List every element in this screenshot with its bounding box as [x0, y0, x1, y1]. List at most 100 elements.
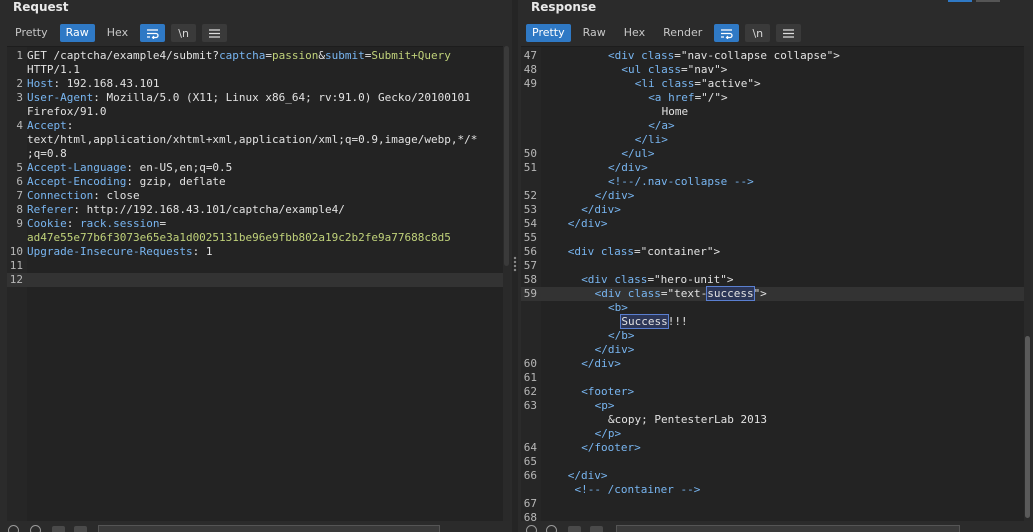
code-line[interactable]: &copy; PentesterLab 2013 [521, 413, 1028, 427]
code-line[interactable]: 66 </div> [521, 469, 1028, 483]
code-line[interactable]: 12 [7, 273, 505, 287]
code-line[interactable]: 2 Host: 192.168.43.101 [7, 77, 505, 91]
code-line[interactable]: 47 <div class="nav-collapse collapse"> [521, 49, 1028, 63]
forward-arrow-icon[interactable] [74, 526, 87, 532]
request-editor[interactable]: 1 GET /captcha/example4/submit?captcha=pa… [7, 46, 505, 521]
scrollbar-thumb[interactable] [504, 46, 509, 266]
code-line[interactable]: <!--/.nav-collapse --> [521, 175, 1028, 189]
code-line[interactable]: 6 Accept-Encoding: gzip, deflate [7, 175, 505, 189]
code-line[interactable]: 59 <div class="text-success"> [521, 286, 1028, 301]
tab-pretty[interactable]: Pretty [526, 24, 571, 42]
request-pane: Request Pretty Raw Hex \n 1 GET /captcha/… [0, 0, 512, 532]
code-line[interactable]: 60 </div> [521, 357, 1028, 371]
code-line[interactable]: 7 Connection: close [7, 189, 505, 203]
code-line[interactable]: <b> [521, 301, 1028, 315]
code-line[interactable]: 5 Accept-Language: en-US,en;q=0.5 [7, 161, 505, 175]
tab-raw[interactable]: Raw [577, 24, 612, 42]
scrollbar-thumb[interactable] [1025, 336, 1030, 518]
code-line[interactable]: 9 Cookie: rack.session= [7, 217, 505, 231]
code-line[interactable]: <!-- /container --> [521, 483, 1028, 497]
code-line[interactable]: 8 Referer: http://192.168.43.101/captcha/… [7, 203, 505, 217]
code-text: </div> [541, 217, 608, 231]
tab-hex[interactable]: Hex [101, 24, 134, 42]
code-line[interactable]: 53 </div> [521, 203, 1028, 217]
search-input[interactable] [616, 525, 960, 532]
code-line[interactable]: 54 </div> [521, 217, 1028, 231]
code-line[interactable]: 63 <p> [521, 399, 1028, 413]
code-token: : [66, 119, 74, 132]
wrap-lines-icon[interactable] [714, 24, 740, 42]
code-text: </div> [541, 161, 648, 175]
line-number: 12 [9, 273, 23, 286]
splitter-grip-icon[interactable] [513, 256, 517, 272]
response-scrollbar[interactable] [1024, 46, 1031, 521]
code-line[interactable]: </p> [521, 427, 1028, 441]
code-line[interactable]: 58 <div class="hero-unit"> [521, 273, 1028, 287]
code-line[interactable]: 50 </ul> [521, 147, 1028, 161]
code-line[interactable]: 11 [7, 259, 505, 273]
code-line[interactable]: 68 [521, 511, 1028, 521]
request-toolbar: Pretty Raw Hex \n [9, 23, 228, 43]
layout-toggle-button[interactable] [976, 0, 1000, 2]
code-line[interactable]: 52 </div> [521, 189, 1028, 203]
code-line[interactable]: </a> [521, 119, 1028, 133]
code-line[interactable]: 67 [521, 497, 1028, 511]
request-scrollbar[interactable] [503, 46, 510, 521]
tab-hex[interactable]: Hex [618, 24, 651, 42]
wrap-lines-icon[interactable] [140, 24, 166, 42]
hamburger-menu-icon[interactable] [202, 24, 228, 42]
code-line[interactable]: ;q=0.8 [7, 147, 505, 161]
code-line[interactable]: HTTP/1.1 [7, 63, 505, 77]
tab-raw[interactable]: Raw [59, 24, 95, 42]
code-line[interactable]: Home [521, 105, 1028, 119]
code-text: Success!!! [541, 314, 688, 329]
hamburger-menu-icon[interactable] [776, 24, 802, 42]
code-line[interactable]: 64 </footer> [521, 441, 1028, 455]
code-line[interactable]: 1 GET /captcha/example4/submit?captcha=pa… [7, 49, 505, 63]
code-line[interactable]: 10 Upgrade-Insecure-Requests: 1 [7, 245, 505, 259]
code-line[interactable]: 61 [521, 371, 1028, 385]
response-editor[interactable]: 47 <div class="nav-collapse collapse"> 48 <… [521, 46, 1028, 521]
line-number: 55 [523, 231, 537, 244]
code-line[interactable]: 48 <ul class="nav"> [521, 63, 1028, 77]
code-line[interactable]: </div> [521, 343, 1028, 357]
code-token: <!--/.nav-collapse --> [608, 175, 754, 188]
forward-arrow-icon[interactable] [590, 526, 603, 532]
code-line[interactable]: Firefox/91.0 [7, 105, 505, 119]
code-token: </a> [648, 119, 675, 132]
code-line[interactable]: <a href="/"> [521, 91, 1028, 105]
settings-gear-icon[interactable] [30, 525, 41, 532]
back-arrow-icon[interactable] [52, 526, 65, 532]
back-arrow-icon[interactable] [568, 526, 581, 532]
code-line[interactable]: 57 [521, 259, 1028, 273]
tab-render[interactable]: Render [657, 24, 708, 42]
settings-gear-icon[interactable] [546, 525, 557, 532]
code-line[interactable]: 65 [521, 455, 1028, 469]
code-token: !!! [667, 315, 688, 328]
code-line[interactable]: 62 <footer> [521, 385, 1028, 399]
code-line[interactable]: 49 <li class="active"> [521, 77, 1028, 91]
code-line[interactable]: Success!!! [521, 314, 1028, 329]
code-line[interactable]: ad47e55e77b6f3073e65e3a1d0025131be96e9fb… [7, 231, 505, 245]
layout-toggle-button[interactable] [948, 0, 972, 2]
code-text: </ul> [541, 147, 654, 161]
code-line[interactable]: 4 Accept: [7, 119, 505, 133]
help-icon[interactable] [526, 525, 537, 532]
search-input[interactable] [98, 525, 440, 532]
help-icon[interactable] [8, 525, 19, 532]
code-line[interactable]: </li> [521, 133, 1028, 147]
code-token: Accept-Encoding [27, 175, 127, 188]
code-token: Firefox/91.0 [27, 105, 107, 118]
code-text: </footer> [541, 441, 641, 455]
code-line[interactable]: 56 <div class="container"> [521, 245, 1028, 259]
code-line[interactable]: text/html,application/xhtml+xml,applicat… [7, 133, 505, 147]
tab-pretty[interactable]: Pretty [9, 24, 54, 42]
code-line[interactable]: </b> [521, 329, 1028, 343]
newline-toggle-button[interactable]: \n [745, 24, 771, 42]
code-text: <div class="text-success"> [541, 286, 767, 301]
code-line[interactable]: 51 </div> [521, 161, 1028, 175]
code-line[interactable]: 3 User-Agent: Mozilla/5.0 (X11; Linux x86… [7, 91, 505, 105]
newline-toggle-button[interactable]: \n [171, 24, 197, 42]
line-number: 64 [523, 441, 537, 454]
code-line[interactable]: 55 [521, 231, 1028, 245]
